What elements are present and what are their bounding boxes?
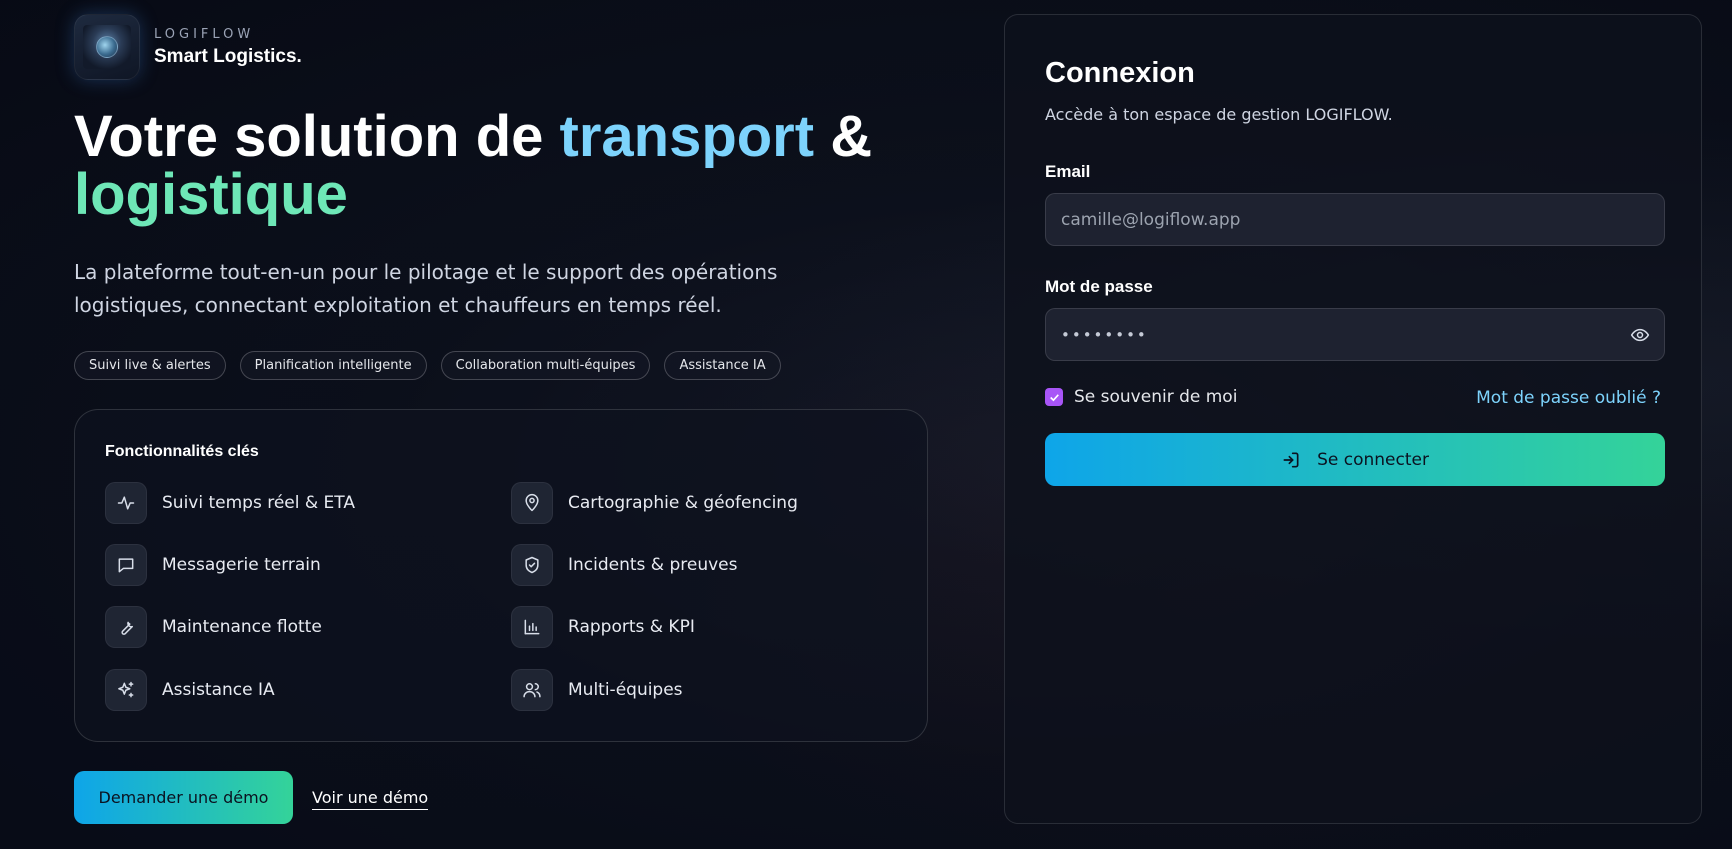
feature-label: Incidents & preuves — [568, 555, 738, 575]
hero-title-part2: & — [814, 104, 873, 169]
feature-item: Maintenance flotte — [105, 606, 322, 648]
remember-me[interactable]: Se souvenir de moi — [1045, 387, 1237, 407]
shield-check-icon — [511, 544, 553, 586]
bar-chart-icon — [511, 606, 553, 648]
login-icon — [1283, 452, 1299, 467]
feature-item: Incidents & preuves — [511, 544, 738, 586]
feature-label: Assistance IA — [162, 680, 275, 700]
chip: Planification intelligente — [239, 351, 427, 380]
brand-header: LOGIFLOW Smart Logistics. — [74, 14, 302, 80]
hero-title-part1: Votre solution de — [74, 104, 560, 169]
brand-name: LOGIFLOW — [154, 26, 255, 42]
login-panel: Connexion Accède à ton espace de gestion… — [1004, 14, 1702, 824]
feature-chips: Suivi live & alertes Planification intel… — [74, 351, 781, 380]
hero-title-highlight-logistique: logistique — [74, 162, 348, 227]
password-mask: •••••••• — [1061, 325, 1148, 344]
feature-item: Cartographie & géofencing — [511, 482, 798, 524]
features-card: Fonctionnalités clés Suivi temps réel & … — [74, 409, 928, 742]
map-pin-icon — [511, 482, 553, 524]
login-subtitle: Accède à ton espace de gestion LOGIFLOW. — [1045, 105, 1393, 124]
feature-label: Cartographie & géofencing — [568, 493, 798, 513]
email-field[interactable]: camille@logiflow.app — [1045, 193, 1665, 246]
email-label: Email — [1045, 162, 1091, 181]
feature-item: Assistance IA — [105, 669, 275, 711]
hero-title-highlight-transport: transport — [559, 104, 815, 169]
forgot-password-link[interactable]: Mot de passe oublié ? — [1476, 388, 1661, 408]
feature-label: Maintenance flotte — [162, 617, 322, 637]
feature-item: Suivi temps réel & ETA — [105, 482, 355, 524]
brand-tagline: Smart Logistics. — [154, 45, 302, 67]
chip: Collaboration multi-équipes — [440, 351, 651, 380]
users-icon — [511, 669, 553, 711]
remember-label: Se souvenir de moi — [1074, 387, 1238, 407]
eye-icon[interactable] — [1630, 325, 1650, 349]
hero-subtitle: La plateforme tout-en-un pour le pilotag… — [74, 260, 778, 317]
features-title: Fonctionnalités clés — [105, 443, 259, 460]
feature-item: Messagerie terrain — [105, 544, 321, 586]
login-title: Connexion — [1045, 57, 1195, 89]
feature-item: Multi-équipes — [511, 669, 683, 711]
feature-label: Messagerie terrain — [162, 555, 321, 575]
watch-demo-link[interactable]: Voir une démo — [312, 788, 429, 810]
password-field[interactable]: •••••••• — [1045, 308, 1665, 361]
chip: Assistance IA — [664, 351, 781, 380]
hero-title: Votre solution de transport & logistique — [74, 108, 954, 224]
login-button[interactable]: Se connecter — [1045, 433, 1665, 486]
feature-label: Rapports & KPI — [568, 617, 695, 637]
logo — [74, 14, 140, 80]
activity-icon — [105, 482, 147, 524]
request-demo-button[interactable]: Demander une démo — [74, 771, 293, 824]
remember-checkbox[interactable] — [1045, 388, 1063, 406]
password-label: Mot de passe — [1045, 277, 1153, 296]
check-icon — [1049, 393, 1059, 401]
feature-label: Suivi temps réel & ETA — [162, 493, 355, 513]
sparkles-icon — [105, 669, 147, 711]
feature-label: Multi-équipes — [568, 680, 683, 700]
feature-item: Rapports & KPI — [511, 606, 695, 648]
message-icon — [105, 544, 147, 586]
globe-icon — [96, 36, 118, 58]
login-button-label: Se connecter — [1317, 449, 1429, 470]
wrench-icon — [105, 606, 147, 648]
chip: Suivi live & alertes — [74, 351, 226, 380]
